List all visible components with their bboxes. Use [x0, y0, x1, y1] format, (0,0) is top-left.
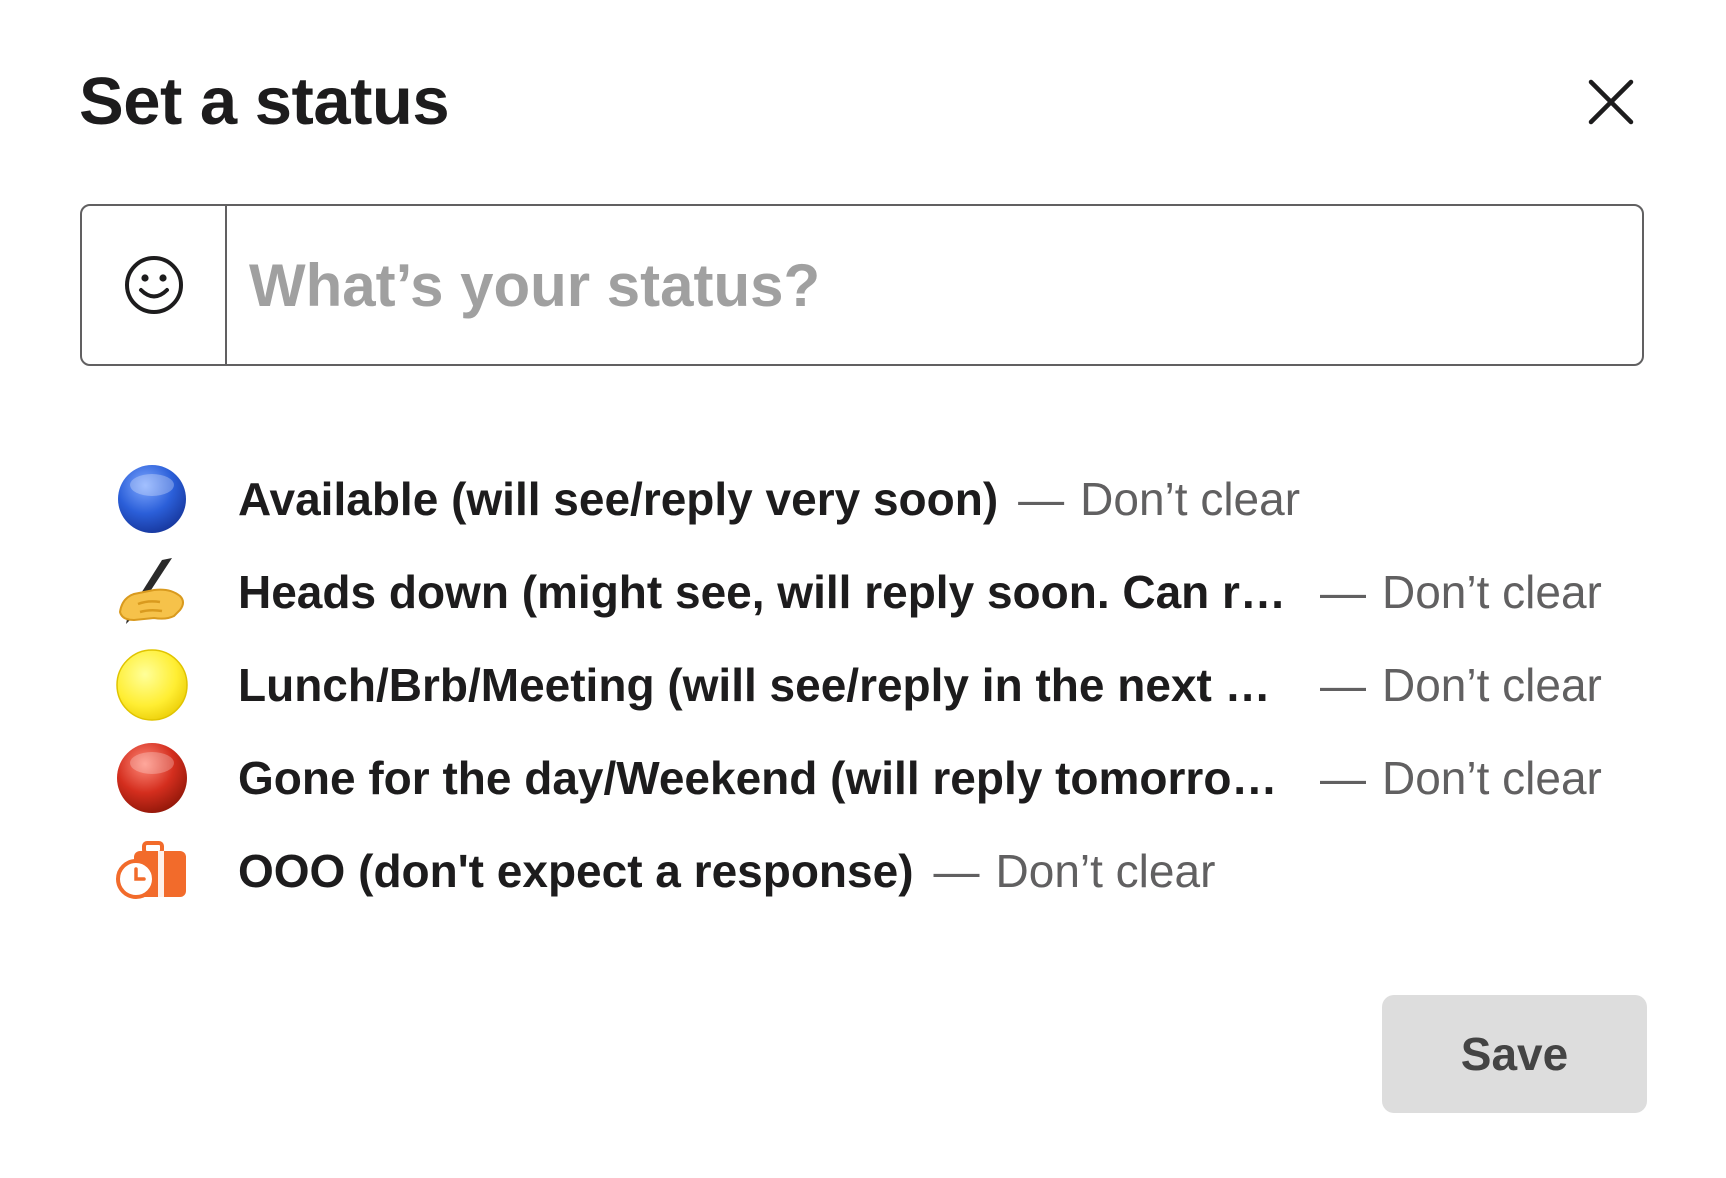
preset-separator: —: [1320, 751, 1366, 804]
preset-label: Available (will see/reply very soon): [238, 472, 999, 525]
preset-label: Lunch/Brb/Meeting (will see/reply in the…: [238, 658, 1271, 711]
preset-label: Heads down (might see, will reply soon. …: [238, 565, 1300, 618]
status-preset-list: Available (will see/reply very soon) — D…: [112, 452, 1652, 917]
preset-clear-time: Don’t clear: [995, 844, 1216, 897]
preset-lunch[interactable]: Lunch/Brb/Meeting (will see/reply in the…: [112, 638, 1652, 731]
preset-clear-time: Don’t clear: [1382, 658, 1602, 711]
preset-ooo[interactable]: OOO (don't expect a response) — Don’t cl…: [112, 824, 1652, 917]
preset-clear-time: Don’t clear: [1382, 751, 1602, 804]
preset-heads-down[interactable]: Heads down (might see, will reply soon. …: [112, 545, 1652, 638]
yellow-circle-icon: [112, 645, 192, 725]
close-icon: [1588, 79, 1634, 125]
emoji-picker-button[interactable]: [82, 206, 227, 364]
set-status-dialog: Set a status What’s your status? Availab…: [0, 0, 1726, 1178]
out-of-office-icon: [112, 831, 192, 911]
preset-clear-time: Don’t clear: [1382, 565, 1602, 618]
dialog-title: Set a status: [79, 64, 450, 139]
preset-gone-for-day[interactable]: Gone for the day/Weekend (will reply tom…: [112, 731, 1652, 824]
smiley-icon: [124, 256, 183, 314]
preset-separator: —: [1018, 472, 1065, 525]
red-circle-icon: [112, 738, 192, 818]
save-button[interactable]: Save: [1382, 995, 1647, 1113]
blue-circle-icon: [112, 459, 192, 539]
preset-separator: —: [1320, 658, 1366, 711]
status-text-input[interactable]: [227, 206, 1642, 364]
preset-available[interactable]: Available (will see/reply very soon) — D…: [112, 452, 1652, 545]
preset-separator: —: [1320, 565, 1366, 618]
writing-hand-icon: [112, 552, 192, 632]
close-button[interactable]: [1581, 72, 1641, 132]
preset-separator: —: [933, 844, 980, 897]
preset-label: OOO (don't expect a response): [238, 844, 914, 897]
preset-label: Gone for the day/Weekend (will reply tom…: [238, 751, 1278, 804]
status-input-box: [80, 204, 1644, 366]
preset-clear-time: Don’t clear: [1080, 472, 1301, 525]
